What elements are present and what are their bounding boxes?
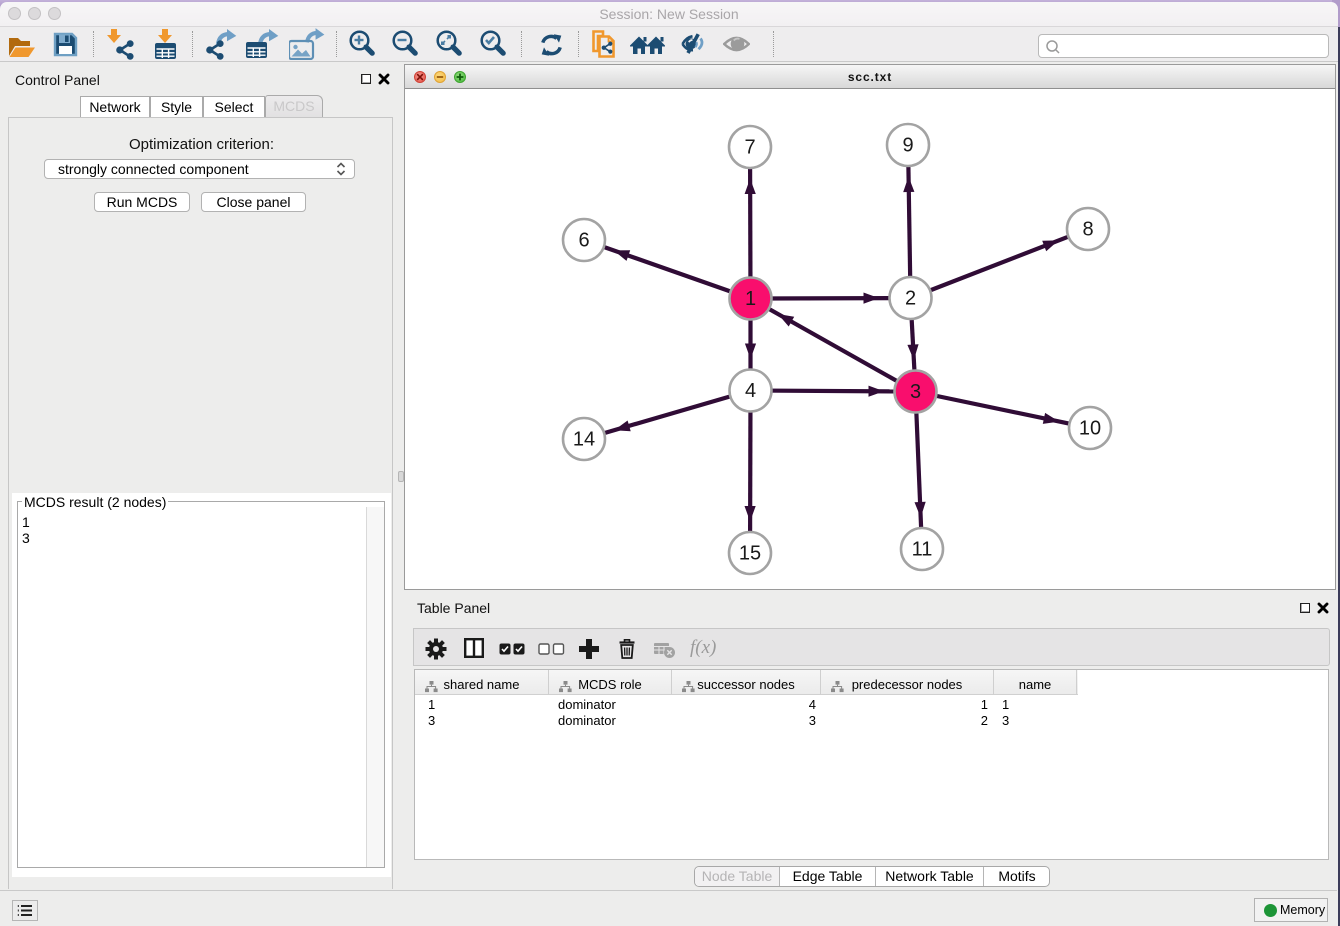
svg-text:1: 1: [745, 288, 756, 310]
svg-text:f(x): f(x): [690, 637, 716, 658]
svg-text:9: 9: [902, 135, 913, 157]
svg-text:8: 8: [1082, 219, 1093, 241]
svg-text:11: 11: [912, 539, 933, 561]
svg-text:2: 2: [905, 288, 916, 310]
svg-text:7: 7: [744, 137, 755, 159]
svg-text:10: 10: [1079, 418, 1101, 440]
svg-text:14: 14: [573, 429, 595, 451]
svg-text:6: 6: [578, 230, 589, 252]
svg-text:4: 4: [745, 380, 756, 402]
svg-text:3: 3: [910, 381, 921, 403]
svg-text:15: 15: [739, 543, 761, 565]
